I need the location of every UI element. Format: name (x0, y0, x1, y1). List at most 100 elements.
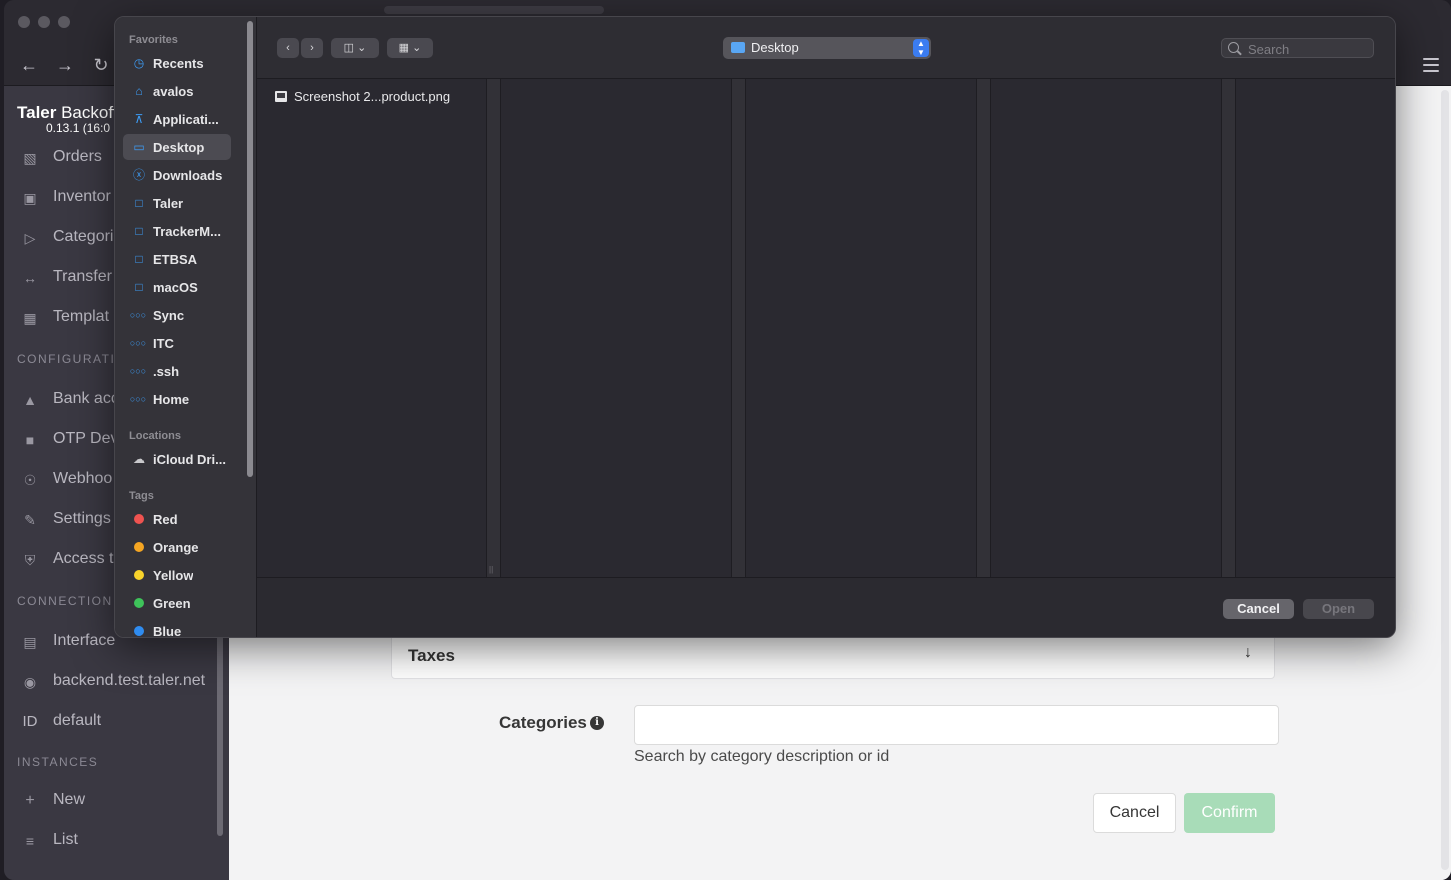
dialog-sidebar-scrollbar[interactable] (247, 21, 253, 477)
column-resizer[interactable] (977, 79, 991, 577)
grid-view-icon[interactable]: ▦ ⌄ (387, 38, 433, 58)
sidebar-item-home[interactable]: ○○○ Home (123, 386, 231, 412)
cloud-icon: ☁ (133, 452, 145, 466)
categories-label: Categories (499, 713, 587, 732)
section-instances: INSTANCES (17, 755, 99, 769)
back-arrow-icon[interactable]: ← (16, 52, 42, 78)
nav-label: Transfer (53, 268, 112, 285)
page-scrollbar[interactable] (1441, 90, 1449, 870)
id-icon: ID (22, 713, 38, 730)
brand-version: 0.13.1 (16:0 (46, 121, 111, 135)
tab-strip[interactable] (384, 6, 604, 14)
list-icon: ≡ (25, 833, 35, 849)
nav-label: New (53, 791, 86, 808)
nextcloud-icon: ○○○ (129, 338, 147, 348)
cancel-button[interactable]: Cancel (1093, 793, 1176, 833)
dialog-open-button[interactable]: Open (1303, 599, 1374, 619)
sidebar-item-recents[interactable]: ◷ Recents (123, 50, 231, 76)
lock-icon: ■ (25, 432, 35, 448)
nav-new-instance[interactable]: + New (4, 781, 229, 821)
column-resizer[interactable] (732, 79, 746, 577)
zoom-window-button[interactable] (58, 16, 70, 28)
sidebar-item-label: ITC (153, 336, 174, 351)
nav-label: List (53, 831, 78, 848)
table-icon: ▤ (23, 634, 37, 650)
column-1[interactable]: Screenshot 2...product.png (257, 79, 487, 577)
categories-help: Search by category description or id (634, 748, 890, 765)
taxes-collapsible[interactable]: Taxes ↓ (391, 631, 1275, 679)
sidebar-item-label: avalos (153, 84, 194, 99)
tag-green[interactable]: Green (123, 590, 231, 616)
minimize-window-button[interactable] (38, 16, 50, 28)
column-resizer[interactable] (1222, 79, 1236, 577)
sidebar-item-sync[interactable]: ○○○ Sync (123, 302, 231, 328)
dialog-footer: Cancel Open (257, 577, 1395, 637)
confirm-button[interactable]: Confirm (1184, 793, 1275, 833)
resize-handle-icon[interactable]: || (489, 565, 493, 574)
nav-list-instances[interactable]: ≡ List (4, 821, 229, 861)
nav-label: backend.test.taler.net (53, 672, 206, 689)
column-5[interactable] (1237, 79, 1395, 577)
nav-instance-id: ID default (4, 702, 229, 742)
sidebar-item-label: Blue (153, 624, 182, 638)
sidebar-item-applications[interactable]: ⊼ Applicati... (123, 106, 231, 132)
bank-icon: ▲ (23, 392, 37, 408)
sidebar-item-itc[interactable]: ○○○ ITC (123, 330, 231, 356)
folder-icon: □ (135, 196, 143, 210)
dialog-cancel-button[interactable]: Cancel (1223, 599, 1294, 619)
blue-tag-icon (134, 626, 144, 636)
webhook-icon: ☉ (23, 472, 37, 488)
sidebar-item-label: TrackerM... (153, 224, 221, 239)
nav-label: Settings (53, 510, 111, 527)
sidebar-item-taler[interactable]: □ Taler (123, 190, 231, 216)
back-chevron-icon[interactable]: ‹ (277, 38, 299, 58)
tag-blue[interactable]: Blue (123, 618, 231, 638)
nextcloud-icon: ○○○ (129, 310, 147, 320)
sidebar-item-label: Home (153, 392, 190, 407)
qr-icon: ▦ (23, 310, 37, 326)
sidebar-item-macos[interactable]: □ macOS (123, 274, 231, 300)
chevron-updown-icon: ▲ ▼ (913, 39, 929, 57)
info-icon[interactable]: i (590, 716, 604, 730)
sidebar-item-desktop[interactable]: ▭ Desktop (123, 134, 231, 160)
column-3[interactable] (747, 79, 977, 577)
column-2[interactable] (502, 79, 732, 577)
tag-red[interactable]: Red (123, 506, 231, 532)
tag-orange[interactable]: Orange (123, 534, 231, 560)
sidebar-item-label: .ssh (153, 364, 180, 379)
sidebar-item-avalos[interactable]: ⌂ avalos (123, 78, 231, 104)
nav-label: OTP Dev (53, 430, 119, 447)
categories-input[interactable] (634, 705, 1279, 745)
sidebar-item-label: Yellow (153, 568, 194, 583)
section-connection: CONNECTION (17, 594, 113, 608)
tag-yellow[interactable]: Yellow (123, 562, 231, 588)
sidebar-item-label: Orange (153, 540, 199, 555)
inventory-icon: ▣ (23, 190, 37, 206)
sidebar-item-ssh[interactable]: ○○○ .ssh (123, 358, 231, 384)
column-view-icon[interactable]: ◫ ⌄ (331, 38, 379, 58)
column-resizer[interactable] (487, 79, 501, 577)
reload-icon[interactable]: ↻ (88, 52, 114, 78)
nav-label: Bank acc (53, 390, 119, 407)
sidebar-item-etbsa[interactable]: □ ETBSA (123, 246, 231, 272)
nav-label: default (53, 712, 102, 729)
search-input[interactable]: Search (1221, 38, 1374, 58)
dialog-toolbar: ‹ › ◫ ⌄ ▦ ⌄ Desktop ▲ ▼ Search (257, 17, 1395, 79)
column-4[interactable] (992, 79, 1222, 577)
hamburger-menu-icon[interactable] (1421, 54, 1441, 74)
nextcloud-icon: ○○○ (129, 394, 147, 404)
folder-icon: □ (135, 224, 143, 238)
sidebar-item-downloads[interactable]: ⓧ Downloads (123, 162, 231, 188)
sidebar-item-trackerm[interactable]: □ TrackerM... (123, 218, 231, 244)
shield-icon: ⛨ (24, 552, 36, 568)
forward-arrow-icon[interactable]: → (52, 52, 78, 78)
green-tag-icon (134, 598, 144, 608)
home-icon: ⌂ (135, 84, 143, 98)
close-window-button[interactable] (18, 16, 30, 28)
sidebar-item-icloud[interactable]: ☁ iCloud Dri... (123, 446, 231, 472)
forward-chevron-icon[interactable]: › (301, 38, 323, 58)
edit-icon: ✎ (24, 512, 36, 528)
folder-icon (731, 42, 745, 53)
location-popup[interactable]: Desktop ▲ ▼ (723, 37, 931, 59)
sidebar-item-label: macOS (153, 280, 198, 295)
